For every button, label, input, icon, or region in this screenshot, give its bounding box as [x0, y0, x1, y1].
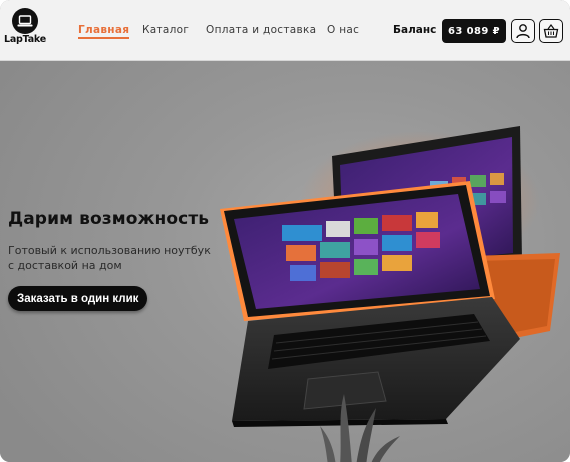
nav-item-payment-delivery[interactable]: Оплата и доставка	[206, 24, 316, 36]
hero-banner: Дарим возможность Готовый к использовани…	[0, 61, 570, 462]
balance-value[interactable]: 63 089 ₽	[442, 19, 506, 43]
nav-item-catalog[interactable]: Каталог	[142, 24, 189, 36]
brand-logo[interactable]: LapTake	[4, 8, 46, 48]
user-icon	[516, 24, 530, 39]
site-header: LapTake Главная Каталог Оплата и доставк…	[0, 0, 570, 61]
order-one-click-button[interactable]: Заказать в один клик	[8, 286, 148, 311]
page: LapTake Главная Каталог Оплата и доставк…	[0, 0, 570, 462]
nav-item-about[interactable]: О нас	[327, 24, 359, 36]
cart-button[interactable]	[539, 19, 563, 43]
profile-button[interactable]	[511, 19, 535, 43]
hero-title: Дарим возможность	[8, 209, 210, 229]
convertible-laptop-image	[220, 126, 560, 427]
plant-decoration-image	[320, 394, 400, 462]
laptop-logo-icon	[12, 8, 38, 34]
brand-name: LapTake	[3, 34, 47, 45]
balance-label: Баланс	[393, 24, 437, 36]
nav-item-home[interactable]: Главная	[78, 24, 130, 39]
hero-subtitle: Готовый к использованию ноутбук с достав…	[8, 244, 211, 272]
basket-icon	[543, 24, 559, 38]
